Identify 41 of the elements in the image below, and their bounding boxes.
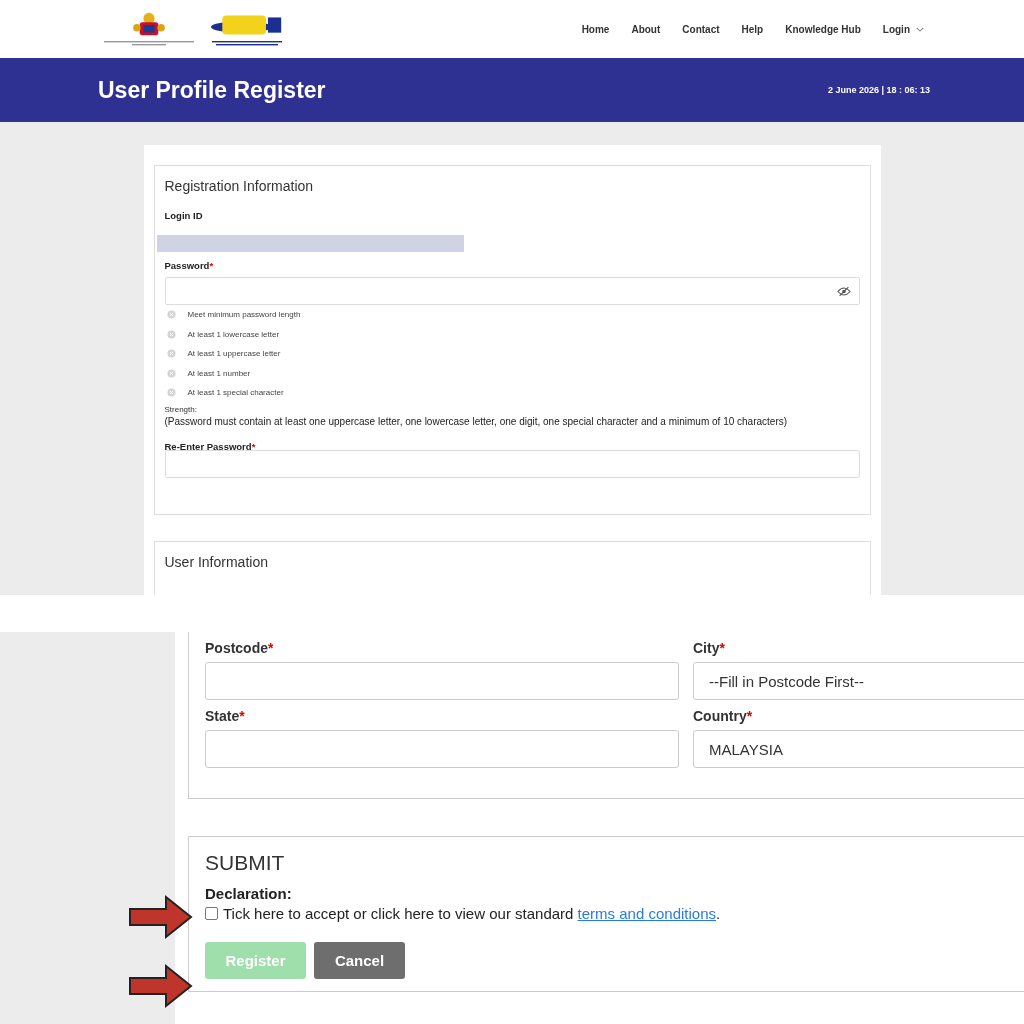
nav-link[interactable]: About	[631, 23, 661, 35]
input-field[interactable]: MALAYSIA	[693, 730, 1024, 768]
re-enter-password-field[interactable]	[164, 449, 860, 478]
input-field[interactable]	[205, 662, 679, 700]
field-label: Re-Enter Password*	[164, 440, 257, 452]
login-id-field[interactable]	[156, 235, 464, 252]
hidden-eye-icon[interactable]	[836, 286, 851, 297]
requirement-text: At least 1 uppercase letter	[187, 349, 281, 359]
nav-link[interactable]: Knowledge Hub	[785, 23, 861, 35]
field-label: Country*	[693, 708, 754, 724]
password-hint: (Password must contain at least one uppercase letter, one lowercase letter, one digit, one special character and a minimum of 10 characters)	[164, 415, 789, 427]
date-time: 2 June 2026 | 18 : 06: 13	[827, 85, 930, 95]
page-title: User Profile Register	[98, 76, 326, 104]
field-label: Login ID	[164, 210, 204, 221]
arrow-icon	[128, 894, 194, 940]
section-title: User Information	[164, 553, 269, 570]
requirement-text: Meet minimum password length	[187, 310, 301, 320]
declaration-label: Declaration:	[205, 885, 293, 902]
strength-label: Strength:	[164, 404, 198, 414]
input-field[interactable]	[205, 730, 679, 768]
arrow-icon	[128, 963, 194, 1009]
field-label: State*	[205, 708, 246, 724]
requirement-text: At least 1 number	[187, 368, 251, 378]
nav-link[interactable]: Home	[581, 23, 610, 35]
password-field[interactable]	[164, 277, 860, 305]
requirement-text: At least 1 special character	[187, 388, 284, 398]
section-title: Registration Information	[164, 178, 315, 194]
nav-link[interactable]: Contact	[682, 23, 720, 35]
terms-link[interactable]: terms and conditions	[577, 905, 716, 922]
nav-link[interactable]: Help	[741, 23, 764, 35]
section-title: SUBMIT	[205, 851, 286, 875]
declaration-text: Tick here to accept or click here to view our standard terms and conditions.	[223, 905, 721, 922]
field-label: City*	[693, 640, 726, 656]
cancel-button[interactable]: Cancel	[314, 942, 405, 979]
field-label: Password*	[164, 260, 215, 271]
caret-icon	[916, 26, 924, 32]
nav-link[interactable]: Login	[882, 23, 924, 35]
field-label: Postcode*	[205, 640, 275, 656]
input-field[interactable]: --Fill in Postcode First--	[693, 662, 1024, 700]
requirement-text: At least 1 lowercase letter	[187, 329, 280, 339]
checkbox[interactable]	[205, 907, 218, 920]
